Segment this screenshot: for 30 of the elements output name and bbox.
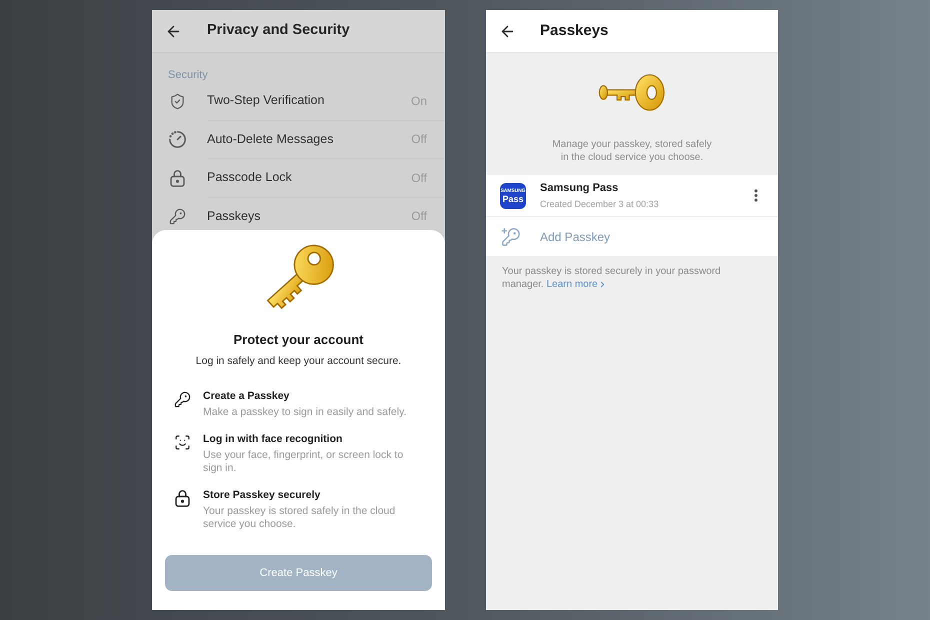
key-icon	[598, 72, 666, 113]
feature-title: Store Passkey securely	[203, 488, 322, 502]
lock-icon	[174, 490, 191, 507]
feature-title: Log in with face recognition	[203, 432, 344, 446]
add-key-icon	[501, 228, 520, 246]
shield-check-icon	[169, 92, 186, 110]
footer-note: Your passkey is stored securely in your password manager. Learn more	[502, 265, 722, 291]
setting-label[interactable]: Passkeys	[207, 206, 260, 226]
screen-title: Passkeys	[540, 20, 608, 41]
section-header: Security	[168, 69, 208, 81]
passkey-created-date: Created December 3 at 00:33	[540, 198, 660, 210]
intro-text: Manage your passkey, stored safely in the cloud service you choose.	[551, 138, 713, 164]
lock-icon	[169, 170, 186, 187]
setting-label[interactable]: Auto-Delete Messages	[207, 130, 334, 149]
logo-text: Pass	[502, 194, 524, 204]
key-icon	[174, 391, 191, 408]
setting-label[interactable]: Two-Step Verification	[207, 91, 324, 110]
more-icon	[754, 189, 758, 202]
sheet-title: Protect your account	[233, 331, 364, 349]
timer-icon	[169, 131, 186, 148]
face-scan-icon	[174, 434, 191, 451]
setting-label[interactable]: Passcode Lock	[207, 168, 292, 188]
feature-description: Your passkey is stored safely in the cloud service you choose.	[203, 505, 396, 531]
feature-description: Use your face, fingerprint, or screen lock to sign in.	[203, 449, 404, 475]
feature-description: Make a passkey to sign in easily and safely.	[203, 406, 408, 419]
screen-title: Privacy and Security	[207, 21, 350, 40]
feature-title: Create a Passkey	[203, 389, 290, 403]
sheet-subtitle: Log in safely and keep your account secure.	[196, 354, 402, 368]
passkey-name: Samsung Pass	[540, 181, 620, 195]
key-icon	[169, 208, 186, 226]
